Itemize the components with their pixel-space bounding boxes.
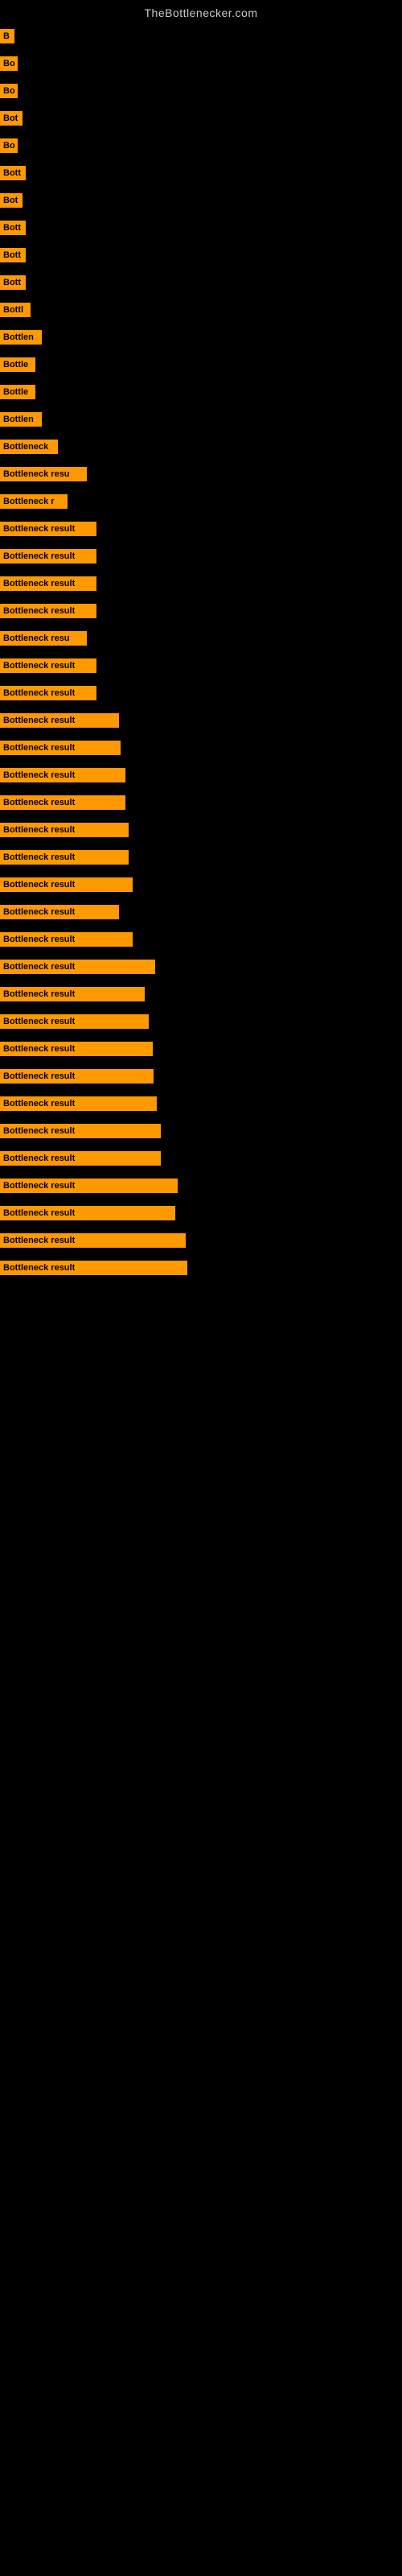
bar-row: Bottleneck resu [0, 625, 402, 652]
bar-row: Bottleneck r [0, 488, 402, 515]
bar-row: Bottleneck result [0, 1090, 402, 1117]
bar-row: Bottleneck result [0, 1145, 402, 1172]
bar-label: Bo [0, 84, 18, 98]
bar-row: Bottleneck result [0, 570, 402, 597]
bar-label: Bottleneck result [0, 877, 133, 892]
bar-label: Bottl [0, 303, 31, 317]
bar-label: Bottleneck resu [0, 631, 87, 646]
bar-label: Bottleneck r [0, 494, 68, 509]
bar-label: Bottleneck result [0, 1233, 186, 1248]
bar-row: Bottleneck result [0, 1172, 402, 1199]
bar-row: Bottleneck result [0, 1199, 402, 1227]
bar-row: Bottleneck result [0, 816, 402, 844]
bar-row: Bottleneck result [0, 1063, 402, 1090]
bar-label: Bottleneck result [0, 795, 125, 810]
bar-label: Bottleneck result [0, 1179, 178, 1193]
bar-label: Bottleneck result [0, 522, 96, 536]
bar-label: Bottle [0, 357, 35, 372]
bar-label: Bottleneck result [0, 604, 96, 618]
bar-label: Bott [0, 248, 26, 262]
site-title: TheBottlenecker.com [0, 0, 402, 23]
bar-row: Bott [0, 159, 402, 187]
bar-row: Bottleneck result [0, 1117, 402, 1145]
bar-row: Bottleneck result [0, 515, 402, 543]
bar-row: Bo [0, 77, 402, 105]
bar-label: B [0, 29, 14, 43]
bar-label: Bottleneck result [0, 932, 133, 947]
bar-row: Bottl [0, 296, 402, 324]
bar-row: Bottleneck result [0, 1035, 402, 1063]
bar-label: Bott [0, 275, 26, 290]
bar-label: Bottleneck resu [0, 467, 87, 481]
bar-row: Bott [0, 242, 402, 269]
bar-row: Bottleneck result [0, 1008, 402, 1035]
bar-label: Bottlen [0, 412, 42, 427]
bar-label: Bottleneck result [0, 549, 96, 564]
bar-label: Bottleneck result [0, 576, 96, 591]
bar-row: Bottleneck result [0, 543, 402, 570]
bar-label: Bottleneck result [0, 741, 121, 755]
bar-row: Bottleneck result [0, 898, 402, 926]
bar-row: Bot [0, 105, 402, 132]
bar-row: Bottle [0, 378, 402, 406]
bar-label: Bo [0, 138, 18, 153]
bar-row: Bottleneck result [0, 707, 402, 734]
bar-label: Bottleneck result [0, 960, 155, 974]
bar-row: Bottleneck result [0, 762, 402, 789]
bar-label: Bottleneck [0, 440, 58, 454]
bar-label: Bottleneck result [0, 823, 129, 837]
bar-row: Bottleneck result [0, 679, 402, 707]
bar-row: Bottleneck result [0, 871, 402, 898]
bar-label: Bottleneck result [0, 1151, 161, 1166]
bar-label: Bo [0, 56, 18, 71]
bar-label: Bottleneck result [0, 1124, 161, 1138]
bar-row: Bottleneck result [0, 734, 402, 762]
bar-label: Bottleneck result [0, 713, 119, 728]
bar-label: Bottleneck result [0, 1096, 157, 1111]
bar-label: Bott [0, 166, 26, 180]
bar-row: Bottlen [0, 406, 402, 433]
bar-label: Bottleneck result [0, 658, 96, 673]
bar-label: Bottleneck result [0, 686, 96, 700]
bar-row: Bo [0, 132, 402, 159]
bar-row: Bo [0, 50, 402, 77]
bar-label: Bottleneck result [0, 905, 119, 919]
bar-row: Bottleneck result [0, 597, 402, 625]
bar-row: Bott [0, 269, 402, 296]
bar-label: Bott [0, 221, 26, 235]
bar-label: Bottleneck result [0, 987, 145, 1001]
bar-label: Bottleneck result [0, 850, 129, 865]
bar-row: Bottleneck result [0, 953, 402, 980]
bar-row: Bott [0, 214, 402, 242]
bar-row: Bottleneck result [0, 652, 402, 679]
bar-row: Bottleneck result [0, 844, 402, 871]
bar-row: Bottleneck result [0, 1254, 402, 1282]
bar-row: B [0, 23, 402, 50]
bar-row: Bottleneck result [0, 926, 402, 953]
bar-row: Bottleneck result [0, 980, 402, 1008]
bar-label: Bot [0, 111, 23, 126]
bar-label: Bottleneck result [0, 768, 125, 782]
bar-label: Bot [0, 193, 23, 208]
bar-label: Bottleneck result [0, 1261, 187, 1275]
bar-label: Bottleneck result [0, 1206, 175, 1220]
bar-row: Bottleneck resu [0, 460, 402, 488]
bar-row: Bottleneck [0, 433, 402, 460]
bar-label: Bottleneck result [0, 1069, 154, 1084]
bar-label: Bottlen [0, 330, 42, 345]
bar-label: Bottleneck result [0, 1014, 149, 1029]
bar-label: Bottle [0, 385, 35, 399]
bar-row: Bottlen [0, 324, 402, 351]
bar-row: Bottleneck result [0, 789, 402, 816]
bar-label: Bottleneck result [0, 1042, 153, 1056]
bar-row: Bot [0, 187, 402, 214]
bar-row: Bottle [0, 351, 402, 378]
bar-row: Bottleneck result [0, 1227, 402, 1254]
